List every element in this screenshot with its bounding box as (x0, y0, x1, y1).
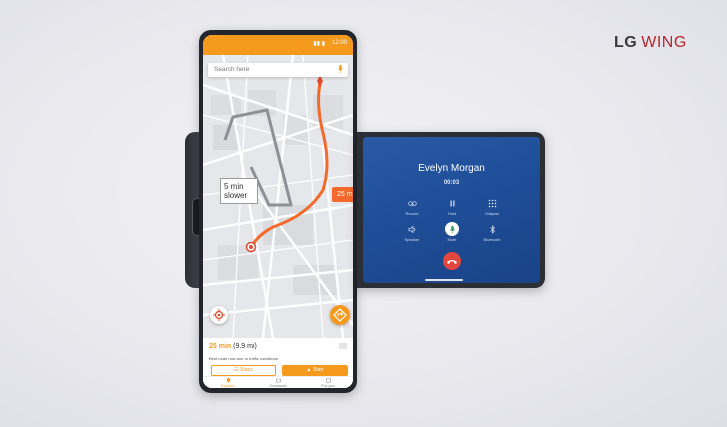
map-view[interactable]: 5 min slower 25 m (203, 55, 353, 338)
call-duration: 00:03 (443, 180, 460, 186)
hold-button[interactable]: Hold (432, 199, 472, 216)
secondary-phone: Evelyn Morgan 00:03 Record Hold Dialpad … (357, 132, 545, 288)
call-screen: Evelyn Morgan 00:03 Record Hold Dialpad … (363, 137, 540, 283)
brand-wing: WING (641, 34, 687, 51)
speaker-icon (408, 225, 415, 234)
dialpad-icon (488, 199, 496, 208)
dialpad-button[interactable]: Dialpad (472, 199, 512, 216)
search-input[interactable]: Search here (208, 63, 348, 77)
tab-label: Explore (221, 383, 235, 388)
signal-battery-icon: ▮▮ ▮ (313, 41, 325, 47)
tab-label: For you (321, 383, 335, 388)
brand-lg: LG (614, 34, 638, 51)
record-icon (407, 201, 417, 206)
microphone-icon[interactable] (338, 65, 343, 73)
bluetooth-icon (489, 225, 495, 234)
route-note: Best route now due to traffic conditions (209, 356, 278, 361)
steps-button[interactable]: ☰ Steps (211, 365, 276, 376)
route-summary: 25 min (9.9 mi) (209, 343, 257, 350)
more-options-icon[interactable] (339, 343, 347, 349)
bottom-tab-bar: Explore Commute For you (203, 376, 353, 388)
pause-icon (450, 200, 454, 207)
brand-logo: LG WING (614, 34, 687, 52)
main-phone: ▮▮ ▮ 12:00 5 min slower 25 m Search here… (199, 30, 357, 393)
route-time-tag[interactable]: 25 m (332, 187, 353, 202)
directions-button[interactable] (330, 305, 350, 325)
alt-route-eta-label[interactable]: 5 min slower (220, 178, 258, 204)
mute-button[interactable]: Mute (432, 222, 472, 242)
control-label: Bluetooth (483, 237, 501, 242)
microphone-icon (449, 226, 455, 233)
control-label: Mute (447, 237, 457, 242)
start-label: Start (312, 367, 324, 373)
end-call-icon (447, 260, 457, 264)
end-call-button[interactable] (443, 252, 461, 270)
speaker-button[interactable]: Speaker (392, 225, 432, 242)
tab-commute[interactable]: Commute (253, 377, 303, 388)
route-distance: (9.9 mi) (233, 343, 257, 350)
tab-label: Commute (269, 383, 287, 388)
navigation-arrow-icon: ▲ (306, 367, 312, 373)
eta-line2: slower (224, 191, 248, 200)
eta-line1: 5 min (224, 182, 244, 191)
control-label: Dialpad (485, 211, 499, 216)
control-label: Hold (447, 211, 457, 216)
main-screen: ▮▮ ▮ 12:00 5 min slower 25 m Search here… (203, 35, 353, 388)
route-duration: 25 min (209, 343, 232, 350)
caller-name: Evelyn Morgan (418, 163, 485, 174)
list-icon: ☰ (234, 367, 239, 373)
status-time: 12:00 (331, 40, 347, 46)
directions-icon (333, 308, 347, 322)
status-bar: ▮▮ ▮ 12:00 (203, 35, 353, 55)
control-label: Speaker (404, 237, 420, 242)
start-button[interactable]: ▲ Start (282, 365, 348, 376)
control-label: Record (405, 211, 419, 216)
search-placeholder: Search here (214, 66, 250, 73)
tab-for-you[interactable]: For you (303, 377, 353, 388)
my-location-button[interactable] (210, 306, 228, 324)
tab-explore[interactable]: Explore (203, 377, 253, 388)
bluetooth-button[interactable]: Bluetooth (472, 225, 512, 242)
crosshair-icon (213, 309, 225, 321)
steps-label: Steps (240, 367, 253, 373)
home-indicator (425, 279, 463, 281)
record-button[interactable]: Record (392, 199, 432, 216)
